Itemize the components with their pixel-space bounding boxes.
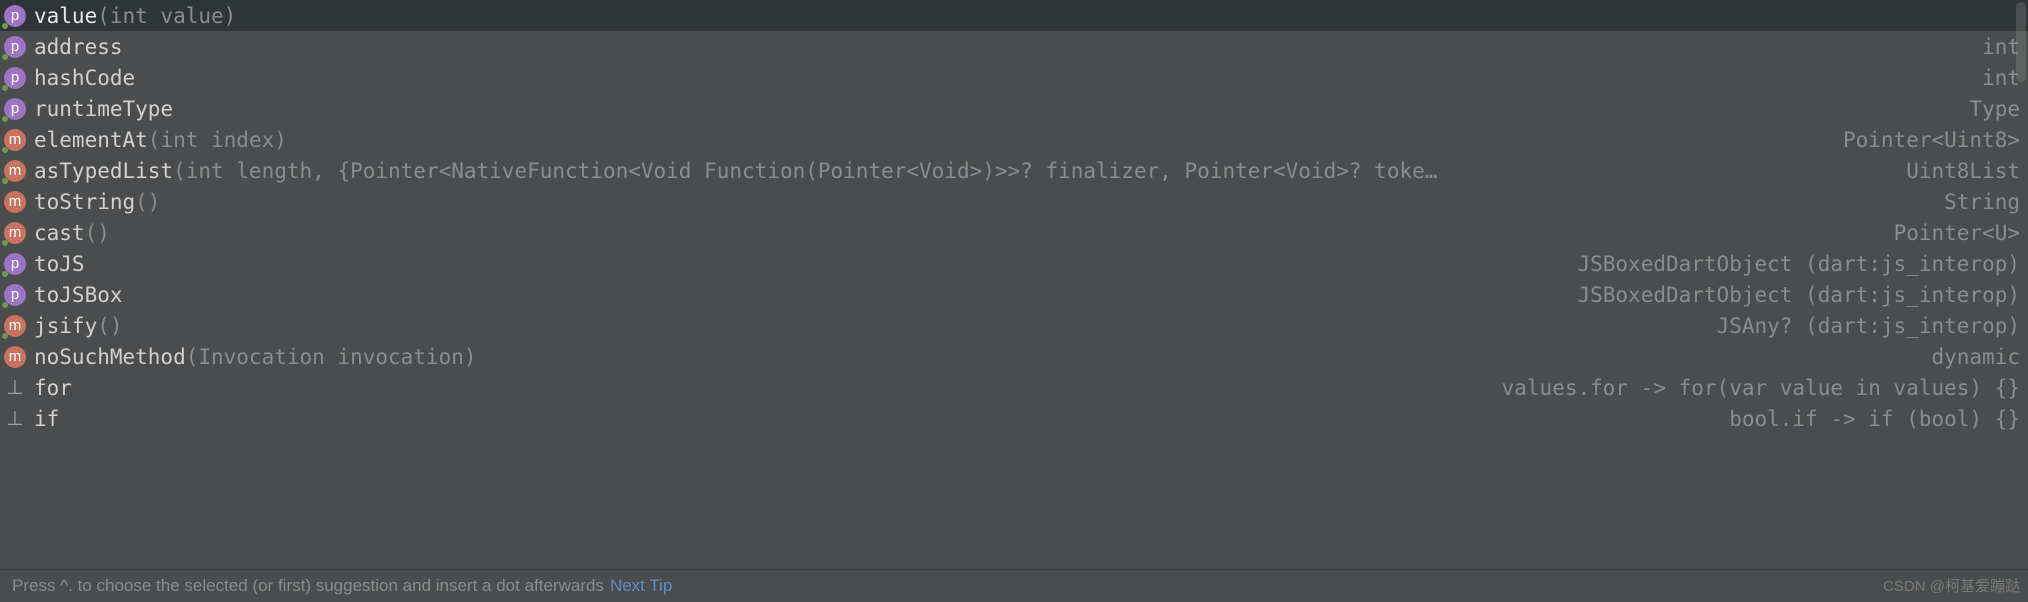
item-name: if xyxy=(34,407,59,431)
item-name: value xyxy=(34,4,97,28)
property-icon: p xyxy=(4,36,26,58)
item-params: (int length, {Pointer<NativeFunction<Voi… xyxy=(173,159,1437,183)
modifier-dot-icon xyxy=(2,240,8,246)
item-return-type: Uint8List xyxy=(1886,159,2020,183)
completion-item[interactable]: m elementAt(int index) Pointer<Uint8> xyxy=(0,124,2028,155)
item-return-type: int xyxy=(1962,35,2020,59)
item-return-type: int xyxy=(1962,66,2020,90)
item-return-type: values.for -> for(var value in values) {… xyxy=(1482,376,2020,400)
completion-item[interactable]: p hashCode int xyxy=(0,62,2028,93)
completion-item[interactable]: ptoJS JSBoxedDartObject (dart:js_interop) xyxy=(0,248,2028,279)
completion-item[interactable]: m asTypedList(int length, {Pointer<Native… xyxy=(0,155,2028,186)
method-icon: m xyxy=(4,160,26,182)
item-return-type: Pointer<Uint8> xyxy=(1823,128,2020,152)
completion-list[interactable]: pvalue(int value)paddressintphashCodeint… xyxy=(0,0,2028,569)
property-icon: p xyxy=(4,5,26,27)
item-return-type: Type xyxy=(1949,97,2020,121)
item-return-type: JSAny? (dart:js_interop) xyxy=(1697,314,2020,338)
method-icon: m xyxy=(4,191,26,213)
completion-item[interactable]: mcast() Pointer<U> xyxy=(0,217,2028,248)
scrollbar-thumb[interactable] xyxy=(2016,2,2026,82)
item-name: cast xyxy=(34,221,85,245)
modifier-dot-icon xyxy=(2,54,8,60)
item-name: address xyxy=(34,35,123,59)
item-name: elementAt xyxy=(34,128,148,152)
item-return-type: Pointer<U> xyxy=(1874,221,2020,245)
completion-item[interactable]: ⊥ for values.for -> for(var value in value… xyxy=(0,372,2028,403)
item-return-type: JSBoxedDartObject (dart:js_interop) xyxy=(1557,252,2020,276)
completion-item[interactable]: p runtimeType Type xyxy=(0,93,2028,124)
completion-item[interactable]: p toJSBox JSBoxedDartObject (dart:js_inter… xyxy=(0,279,2028,310)
completion-popup: pvalue(int value)paddressintphashCodeint… xyxy=(0,0,2028,602)
item-return-type: dynamic xyxy=(1911,345,2020,369)
footer-hint: Press ^. to choose the selected (or firs… xyxy=(12,576,604,596)
modifier-dot-icon xyxy=(2,116,8,122)
completion-item[interactable]: mjsify() JSAny? (dart:js_interop) xyxy=(0,310,2028,341)
modifier-dot-icon xyxy=(2,85,8,91)
modifier-dot-icon xyxy=(2,302,8,308)
item-params: (Invocation invocation) xyxy=(186,345,477,369)
item-name: for xyxy=(34,376,72,400)
item-params: (int value) xyxy=(97,4,236,28)
item-name: noSuchMethod xyxy=(34,345,186,369)
completion-item[interactable]: p address int xyxy=(0,31,2028,62)
item-name: toString xyxy=(34,190,135,214)
completion-item[interactable]: m noSuchMethod(Invocation invocation) dyna… xyxy=(0,341,2028,372)
modifier-dot-icon xyxy=(2,23,8,29)
item-params: () xyxy=(85,221,110,245)
item-return-type: bool.if -> if (bool) {} xyxy=(1709,407,2020,431)
item-params: () xyxy=(135,190,160,214)
method-icon: m xyxy=(4,129,26,151)
completion-item[interactable]: ⊥ if bool.if -> if (bool) {} xyxy=(0,403,2028,434)
property-icon: p xyxy=(4,98,26,120)
item-name: asTypedList xyxy=(34,159,173,183)
watermark-text: CSDN @柯基爱蹦跶 xyxy=(1883,575,2020,596)
item-params: () xyxy=(97,314,122,338)
method-icon: m xyxy=(4,222,26,244)
item-return-type: String xyxy=(1924,190,2020,214)
item-params: (int index) xyxy=(148,128,287,152)
next-tip-link[interactable]: Next Tip xyxy=(610,576,672,596)
item-name: jsify xyxy=(34,314,97,338)
method-icon: m xyxy=(4,315,26,337)
item-name: runtimeType xyxy=(34,97,173,121)
property-icon: p xyxy=(4,284,26,306)
item-return-type: JSBoxedDartObject (dart:js_interop) xyxy=(1557,283,2020,307)
item-name: hashCode xyxy=(34,66,135,90)
modifier-dot-icon xyxy=(2,147,8,153)
completion-item[interactable]: m toString() String xyxy=(0,186,2028,217)
property-icon: p xyxy=(4,253,26,275)
modifier-dot-icon xyxy=(2,178,8,184)
item-name: toJS xyxy=(34,252,85,276)
modifier-dot-icon xyxy=(2,271,8,277)
footer-bar: Press ^. to choose the selected (or firs… xyxy=(0,569,2028,602)
template-icon: ⊥ xyxy=(4,377,26,399)
item-name: toJSBox xyxy=(34,283,123,307)
completion-item[interactable]: pvalue(int value) xyxy=(0,0,2028,31)
modifier-dot-icon xyxy=(2,333,8,339)
template-icon: ⊥ xyxy=(4,408,26,430)
property-icon: p xyxy=(4,67,26,89)
method-icon: m xyxy=(4,346,26,368)
